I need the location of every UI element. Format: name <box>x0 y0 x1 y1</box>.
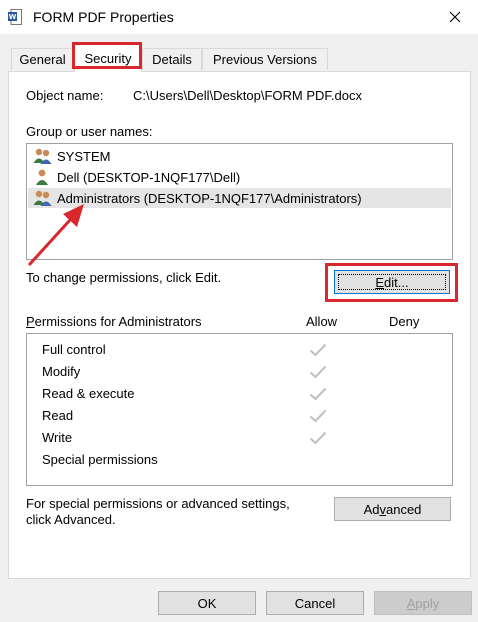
apply-button[interactable]: Apply <box>374 591 472 615</box>
allow-checkmark-icon <box>309 365 327 379</box>
change-permissions-text: To change permissions, click Edit. <box>26 270 222 285</box>
ok-button[interactable]: OK <box>158 591 256 615</box>
advanced-button[interactable]: Advanced <box>334 497 451 521</box>
word-document-icon: W <box>8 9 22 25</box>
highlight-box-edit-button <box>325 263 458 302</box>
close-button[interactable] <box>432 0 478 34</box>
group-user-list[interactable]: SYSTEM Dell (DESKTOP-1NQF177\Dell) Admin… <box>26 143 453 260</box>
cancel-button[interactable]: Cancel <box>266 591 364 615</box>
allow-checkmark-icon <box>309 343 327 357</box>
apply-button-label: Apply <box>406 595 440 611</box>
user-icon <box>36 169 48 185</box>
group-users-icon <box>33 148 52 164</box>
object-name-value: C:\Users\Dell\Desktop\FORM PDF.docx <box>133 88 362 103</box>
permission-modify: Modify <box>42 364 81 379</box>
list-item-administrators[interactable]: Administrators (DESKTOP-1NQF177\Administ… <box>28 188 451 208</box>
list-item-system[interactable]: SYSTEM <box>28 146 110 166</box>
deny-column-header: Deny <box>389 314 420 329</box>
window-title: FORM PDF Properties <box>33 9 174 25</box>
advanced-hint-line-1: For special permissions or advanced sett… <box>26 496 290 511</box>
title-bar: W FORM PDF Properties <box>0 0 478 34</box>
permissions-list: Full control Modify Read & execute Read … <box>26 333 453 486</box>
highlight-box-security-tab <box>72 42 142 69</box>
permission-full-control: Full control <box>42 342 106 357</box>
permission-write: Write <box>42 430 73 445</box>
allow-checkmark-icon <box>309 409 327 423</box>
tab-previous-versions[interactable]: Previous Versions <box>202 48 328 70</box>
svg-text:W: W <box>9 13 17 21</box>
tab-general[interactable]: General <box>11 48 74 70</box>
group-users-icon <box>33 190 52 206</box>
permissions-for-label: Permissions for Administrators <box>26 314 202 329</box>
advanced-button-label: Advanced <box>363 501 422 517</box>
permission-read: Read <box>42 408 74 423</box>
allow-checkmark-icon <box>309 431 327 445</box>
object-name-label: Object name: <box>26 88 104 103</box>
allow-checkmark-icon <box>309 387 327 401</box>
close-icon <box>449 11 461 23</box>
permission-special: Special permissions <box>42 452 158 467</box>
group-user-names-label: Group or user names: <box>26 124 153 139</box>
permission-read-execute: Read & execute <box>42 386 135 401</box>
advanced-hint-line-2: click Advanced. <box>26 512 116 527</box>
list-item-dell[interactable]: Dell (DESKTOP-1NQF177\Dell) <box>28 167 240 187</box>
allow-column-header: Allow <box>306 314 338 329</box>
tab-details[interactable]: Details <box>142 48 202 70</box>
